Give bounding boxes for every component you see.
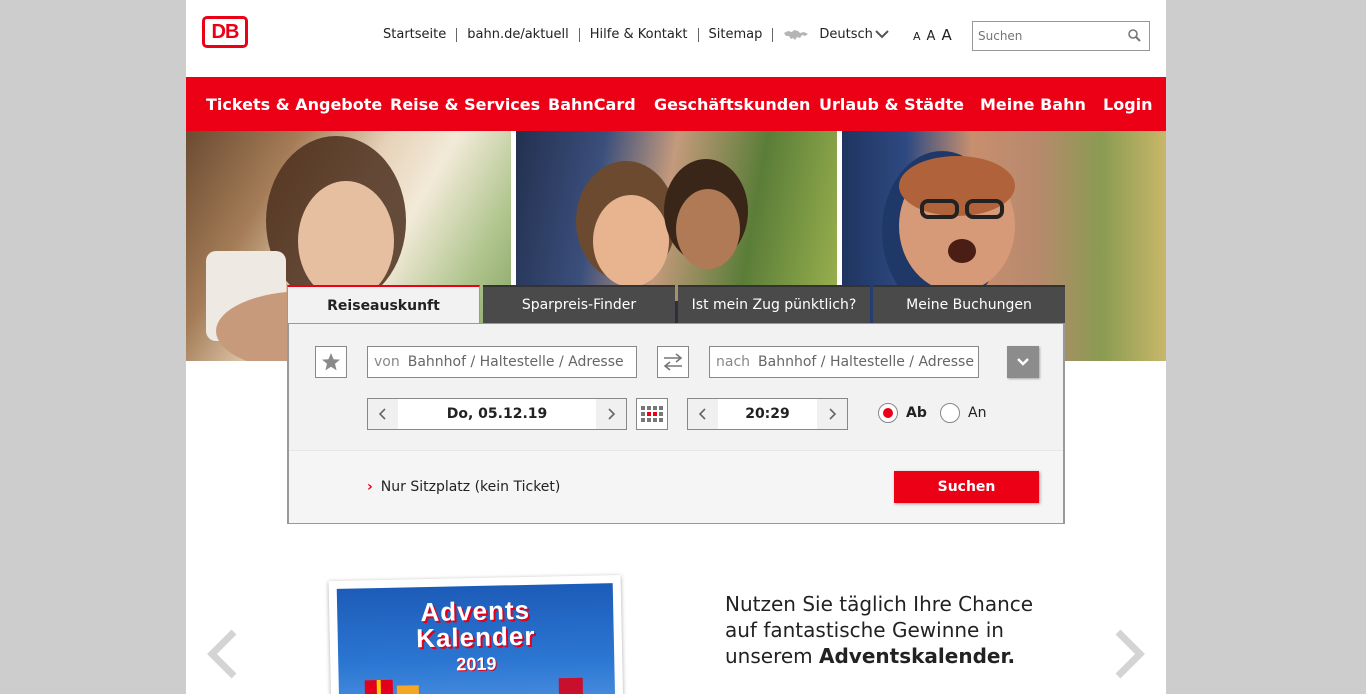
link-hilfe-kontakt[interactable]: Hilfe & Kontakt [578,28,698,42]
carousel-prev-icon[interactable] [206,628,240,680]
nav-tickets-angebote[interactable]: Tickets & Angebote [206,95,382,114]
nav-login[interactable]: Login [1103,95,1153,114]
link-aktuell[interactable]: bahn.de/aktuell [456,28,579,42]
font-size-medium[interactable]: A [927,29,936,44]
search-input[interactable] [973,22,1123,50]
calendar-icon [641,406,663,422]
chevron-left-icon [378,408,386,420]
radio-departure-circle [878,403,898,423]
radio-arrival-label: An [968,405,987,421]
promo-text-highlight[interactable]: Adventskalender. [819,644,1015,668]
time-stepper: 20:29 [687,398,848,430]
from-label: von [374,354,400,370]
date-prev-button[interactable] [368,399,398,429]
booking-tabs: Reiseauskunft Sparpreis-Finder Ist mein … [287,285,1065,325]
nav-meine-bahn[interactable]: Meine Bahn [980,95,1086,114]
radio-departure[interactable]: Ab [878,403,927,423]
globe-icon [784,30,809,40]
nav-reise-services[interactable]: Reise & Services [390,95,540,114]
more-options-button[interactable] [1007,346,1039,378]
to-field: nach [709,346,979,378]
nav-geschaeftskunden[interactable]: Geschäftskunden [654,95,810,114]
to-label: nach [716,354,751,370]
radio-arrival[interactable]: An [940,403,986,423]
chevron-left-icon [698,408,706,420]
search-button[interactable]: Suchen [894,471,1039,503]
date-stepper: Do, 05.12.19 [367,398,627,430]
link-startseite[interactable]: Startseite [375,28,456,42]
search-icon[interactable] [1128,29,1141,42]
db-logo[interactable]: DB [202,16,248,48]
carousel-next-icon[interactable] [1112,628,1146,680]
radio-arrival-circle [940,403,960,423]
chevron-down-icon[interactable] [874,27,890,41]
advent-calendar-artwork: Advents Kalender 2019 [336,583,616,694]
chevron-down-icon [1017,358,1029,366]
font-size-small[interactable]: A [913,30,921,43]
chevron-right-icon: › [367,479,373,495]
link-sitemap[interactable]: Sitemap [697,28,773,42]
seat-only-link[interactable]: › Nur Sitzplatz (kein Ticket) [367,479,560,495]
time-value[interactable]: 20:29 [718,399,817,429]
radio-departure-label: Ab [906,405,927,421]
site-search [972,21,1150,51]
from-input[interactable] [407,354,628,370]
swap-arrows-icon [663,353,683,371]
promo-text: Nutzen Sie täglich Ihre Chance auf fanta… [725,591,1045,669]
to-input[interactable] [758,354,978,370]
tab-sparpreis-finder[interactable]: Sparpreis-Finder [483,285,675,323]
font-size-large[interactable]: A [941,26,951,44]
gift-boxes-icon [364,677,584,694]
tab-zug-puenktlich[interactable]: Ist mein Zug pünktlich? [678,285,870,323]
chevron-right-icon [608,408,616,420]
tab-meine-buchungen[interactable]: Meine Buchungen [873,285,1065,323]
main-navigation: Tickets & Angebote Reise & Services Bahn… [186,77,1166,131]
date-next-button[interactable] [596,399,626,429]
language-label: Deutsch [819,27,873,42]
time-next-button[interactable] [817,399,847,429]
page: DB Startseite bahn.de/aktuell Hilfe & Ko… [186,0,1166,694]
advent-calendar-image[interactable]: Advents Kalender 2019 [328,574,624,694]
tab-reiseauskunft[interactable]: Reiseauskunft [287,285,480,325]
star-icon [322,353,340,371]
seat-only-label: Nur Sitzplatz (kein Ticket) [380,479,561,495]
date-value[interactable]: Do, 05.12.19 [398,399,596,429]
time-prev-button[interactable] [688,399,718,429]
journey-search-panel: von nach Do, 05.12.19 [287,323,1065,524]
nav-urlaub-staedte[interactable]: Urlaub & Städte [819,95,964,114]
chevron-right-icon [829,408,837,420]
nav-bahncard[interactable]: BahnCard [548,95,636,114]
top-navigation: Startseite bahn.de/aktuell Hilfe & Konta… [375,27,873,43]
swap-stations-button[interactable] [657,346,689,378]
language-selector[interactable]: Deutsch [772,28,873,42]
from-field: von [367,346,637,378]
font-size-controls: A A A [913,26,952,44]
calendar-button[interactable] [636,398,668,430]
advent-calendar-title: Advents Kalender [415,594,536,654]
favorites-button[interactable] [315,346,347,378]
